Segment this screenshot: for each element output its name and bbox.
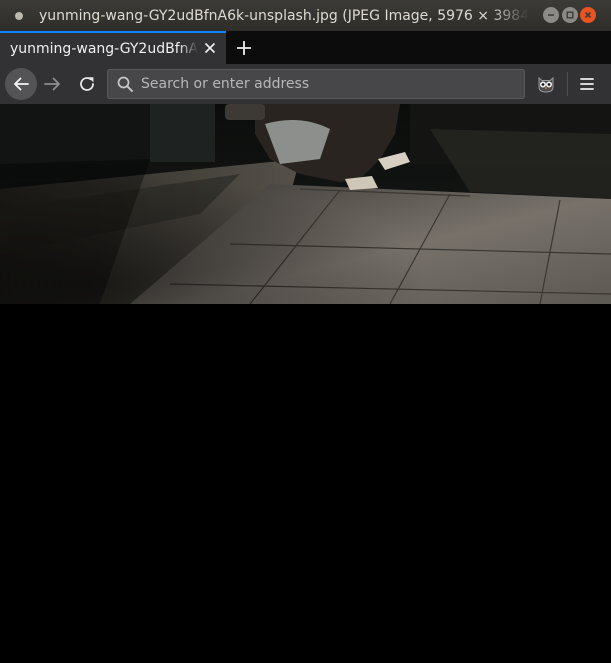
plus-icon	[237, 40, 251, 55]
app-dot-icon	[15, 11, 23, 20]
tab-strip: yunming-wang-GY2udBfnA6k-unsplash.jpg	[0, 31, 611, 64]
address-bar[interactable]	[107, 69, 525, 99]
forward-arrow-icon[interactable]	[43, 75, 63, 93]
new-tab-button[interactable]	[228, 31, 260, 64]
reload-icon[interactable]	[77, 74, 97, 94]
maximize-icon	[566, 11, 574, 19]
close-window-icon	[584, 11, 592, 19]
tab-label: yunming-wang-GY2udBfnA6k-unsplash.jpg	[10, 40, 198, 57]
minimize-button[interactable]	[543, 7, 559, 23]
page-content	[0, 104, 611, 663]
toolbar-separator	[567, 72, 568, 96]
search-icon	[117, 76, 133, 92]
minimize-icon	[548, 14, 554, 16]
tab-image[interactable]: yunming-wang-GY2udBfnA6k-unsplash.jpg	[0, 31, 226, 64]
close-tab-icon[interactable]	[204, 42, 216, 54]
window-titlebar[interactable]: yunming-wang-GY2udBfnA6k-unsplash.jpg (J…	[0, 0, 611, 31]
back-arrow-icon	[14, 77, 29, 91]
owl-extension-icon[interactable]	[536, 74, 556, 94]
back-button[interactable]	[5, 68, 37, 100]
maximize-button[interactable]	[562, 7, 578, 23]
street-photo-image	[0, 104, 611, 304]
displayed-photo[interactable]	[0, 104, 611, 304]
window-title: yunming-wang-GY2udBfnA6k-unsplash.jpg (J…	[39, 7, 529, 24]
close-window-button[interactable]	[580, 7, 596, 23]
hamburger-menu-icon[interactable]	[577, 74, 597, 94]
navigation-toolbar	[0, 64, 611, 104]
url-input[interactable]	[141, 72, 521, 96]
